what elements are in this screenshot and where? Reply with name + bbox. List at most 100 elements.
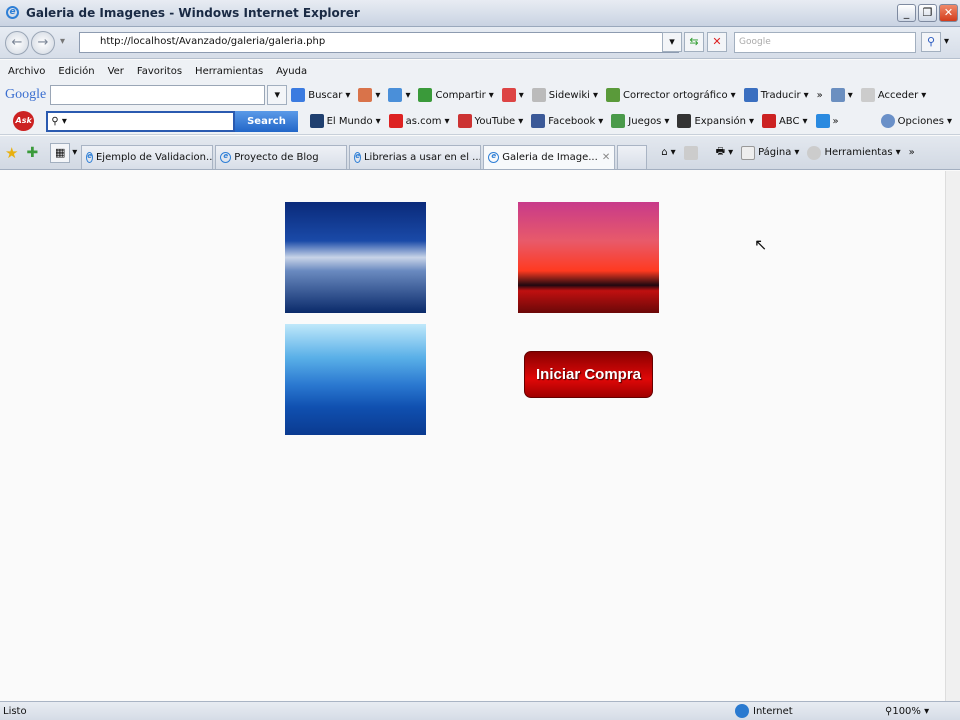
- menu-item-3[interactable]: Favoritos: [137, 66, 182, 77]
- google_toolbar-item-icon: [418, 88, 433, 102]
- tools-menu[interactable]: Herramientas ▾: [807, 145, 901, 160]
- url-input[interactable]: http://localhost/Avanzado/galeria/galeri…: [79, 32, 679, 53]
- vertical-scrollbar[interactable]: [945, 171, 960, 701]
- google_toolbar-item-2[interactable]: ▾: [388, 88, 410, 102]
- ask_toolbar-item-0[interactable]: El Mundo ▾: [309, 114, 381, 128]
- ask_toolbar-item-label: »: [832, 115, 839, 127]
- tab-bar: ★ ✚ ▦ ▾ e Ejemplo de Validacion... e Proyec…: [0, 136, 960, 170]
- close-tab-icon[interactable]: ✕: [602, 152, 610, 163]
- history-dropdown-icon[interactable]: ▾: [60, 36, 65, 47]
- refresh-icon[interactable]: ⇆: [684, 32, 704, 52]
- tab-0[interactable]: e Ejemplo de Validacion...: [81, 145, 214, 169]
- menu-item-1[interactable]: Edición: [58, 66, 94, 77]
- add-favorite-icon[interactable]: ✚: [26, 145, 38, 161]
- tab-label: Ejemplo de Validacion...: [95, 152, 214, 163]
- more-chevron-icon[interactable]: »: [909, 147, 915, 158]
- magnifier-icon: ⚲ ▾: [51, 115, 67, 127]
- ask_toolbar-item-3[interactable]: Facebook ▾: [531, 114, 603, 128]
- google_toolbar-item-8[interactable]: »: [817, 88, 823, 102]
- back-button[interactable]: ←: [5, 31, 29, 55]
- ask_toolbar-item-4[interactable]: Juegos ▾: [611, 114, 669, 128]
- google-dropdown-icon[interactable]: ▾: [267, 85, 288, 105]
- page-label: Página: [758, 147, 792, 158]
- ask_toolbar-item-icon: [388, 114, 403, 128]
- globe-icon: [735, 704, 749, 718]
- google_toolbar-item-icon: [531, 88, 546, 102]
- status-bar: Listo Internet ⚲100% ▾: [0, 701, 960, 720]
- search-options-icon[interactable]: ▾: [944, 36, 949, 47]
- gallery-image-mountains[interactable]: [285, 324, 426, 435]
- google_toolbar-item-4[interactable]: ▾: [501, 88, 524, 102]
- google_toolbar-item-label: Buscar: [308, 89, 343, 101]
- search-icon[interactable]: ⚲: [921, 32, 941, 52]
- gallery-image-sunset[interactable]: [518, 202, 659, 313]
- ask_toolbar-item-icon: [815, 114, 830, 128]
- google_toolbar-item-label: Acceder: [877, 89, 919, 101]
- security-zone: Internet: [735, 704, 885, 718]
- title-bar: e Galeria de Imagenes - Windows Internet…: [0, 0, 960, 27]
- gallery-image-waves[interactable]: [285, 202, 426, 313]
- restore-button[interactable]: ❐: [918, 4, 937, 22]
- google_toolbar-item-10[interactable]: Acceder ▾: [860, 88, 926, 102]
- tab-label: Librerias a usar en el ...: [363, 152, 482, 163]
- ask_toolbar-item-label: El Mundo: [326, 115, 373, 127]
- google_toolbar-item-label: Compartir: [435, 89, 486, 101]
- ask-search-button[interactable]: Search: [235, 110, 298, 132]
- window-title: Galeria de Imagenes - Windows Internet E…: [26, 6, 360, 20]
- feeds-button[interactable]: [683, 145, 698, 160]
- ask_toolbar-item-2[interactable]: YouTube ▾: [457, 114, 523, 128]
- menu-item-4[interactable]: Herramientas: [195, 66, 263, 77]
- search-input[interactable]: Google: [734, 32, 916, 53]
- google_toolbar-item-icon: [501, 88, 516, 102]
- gear-icon: [880, 114, 895, 128]
- ask_toolbar-item-icon: [309, 114, 324, 128]
- ask_toolbar-item-5[interactable]: Expansión ▾: [677, 114, 754, 128]
- google_toolbar-item-icon: [358, 88, 373, 102]
- stop-icon[interactable]: ✕: [707, 32, 727, 52]
- tools-label: Herramientas: [824, 147, 893, 158]
- zoom-control[interactable]: ⚲100% ▾: [885, 706, 960, 717]
- options-button[interactable]: Opciones ▾: [880, 114, 952, 128]
- google_toolbar-item-icon: [605, 88, 620, 102]
- ask_toolbar-item-label: Expansión: [694, 115, 746, 127]
- google_toolbar-item-6[interactable]: Corrector ortográfico ▾: [605, 88, 736, 102]
- google-logo: Google: [5, 87, 47, 102]
- ask_toolbar-item-1[interactable]: as.com ▾: [388, 114, 450, 128]
- google_toolbar-item-5[interactable]: Sidewiki ▾: [531, 88, 598, 102]
- google_toolbar-item-7[interactable]: Traducir ▾: [743, 88, 809, 102]
- page-icon: [741, 145, 756, 160]
- ask_toolbar-item-icon: [457, 114, 472, 128]
- start-purchase-button[interactable]: Iniciar Compra: [524, 351, 653, 398]
- tab-1[interactable]: e Proyecto de Blog: [215, 145, 348, 169]
- menu-item-0[interactable]: Archivo: [8, 66, 45, 77]
- close-button[interactable]: ✕: [939, 4, 958, 22]
- menu-item-5[interactable]: Ayuda: [276, 66, 307, 77]
- google_toolbar-item-9[interactable]: ▾: [830, 88, 853, 102]
- page-menu[interactable]: Página ▾: [741, 145, 799, 160]
- quick-tabs-icon[interactable]: ▦: [50, 142, 71, 163]
- minimize-button[interactable]: _: [897, 4, 916, 22]
- tab-2[interactable]: e Librerias a usar en el ...: [349, 145, 482, 169]
- favorites-star-icon[interactable]: ★: [5, 144, 18, 162]
- url-dropdown-icon[interactable]: ▾: [662, 32, 682, 52]
- google_toolbar-item-icon: [830, 88, 845, 102]
- google_toolbar-item-3[interactable]: Compartir ▾: [418, 88, 494, 102]
- google_toolbar-item-0[interactable]: Buscar ▾: [291, 88, 350, 102]
- google_toolbar-item-1[interactable]: ▾: [358, 88, 380, 102]
- menu-item-2[interactable]: Ver: [108, 66, 124, 77]
- tab-label: Galeria de Image...: [502, 152, 598, 163]
- ask_toolbar-item-7[interactable]: »: [815, 114, 839, 128]
- home-button[interactable]: ⌂ ▾: [661, 147, 675, 158]
- google-search-input[interactable]: [50, 85, 266, 105]
- ask_toolbar-item-6[interactable]: ABC ▾: [761, 114, 808, 128]
- tab-list-icon[interactable]: ▾: [72, 147, 77, 158]
- new-tab-button[interactable]: [617, 145, 648, 169]
- forward-button[interactable]: →: [31, 31, 55, 55]
- print-button[interactable]: 🖶 ▾: [716, 144, 733, 161]
- google_toolbar-item-icon: [388, 88, 403, 102]
- google-toolbar: Google ▾ Buscar ▾ ▾ ▾ Compartir ▾ ▾ Sidewi…: [0, 82, 960, 108]
- ask-toolbar: Ask ⚲ ▾ Search El Mundo ▾ as.com ▾ YouTube…: [0, 108, 960, 135]
- google_toolbar-item-icon: [860, 88, 875, 102]
- tab-3[interactable]: e Galeria de Image... ✕: [483, 145, 616, 169]
- ask-search-input[interactable]: ⚲ ▾: [46, 110, 236, 132]
